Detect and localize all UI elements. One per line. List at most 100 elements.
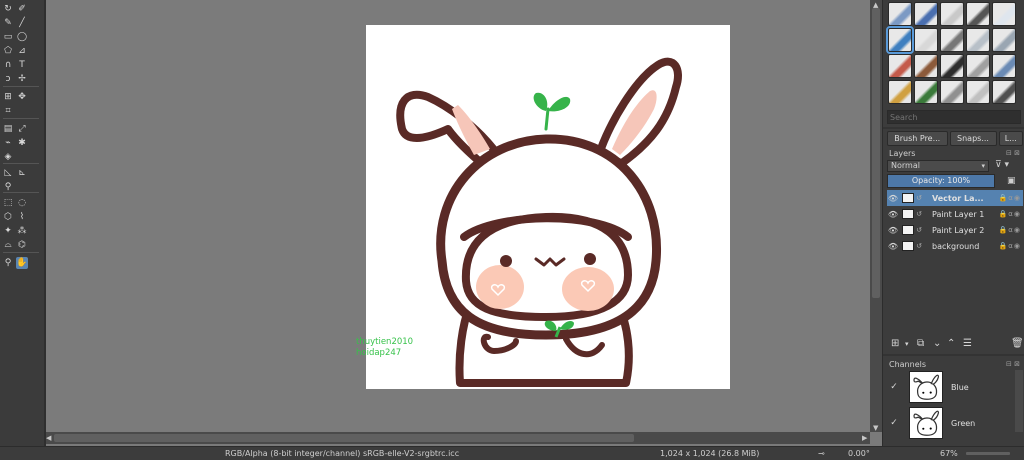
check-icon[interactable]: ✓ xyxy=(887,382,901,392)
freehand-path-icon[interactable]: ↄ xyxy=(2,73,14,85)
vertical-scrollbar[interactable]: ▲ ▼ xyxy=(870,0,882,432)
zoom-value[interactable]: 67% xyxy=(940,449,958,458)
tab-layers-short[interactable]: L... xyxy=(998,131,1023,146)
bezier-tool-icon[interactable]: ∩ xyxy=(2,59,14,71)
brush-preset[interactable] xyxy=(888,80,912,104)
layer-row[interactable]: 👁 ↺ Paint Layer 1 🔒α◉ xyxy=(887,206,1023,222)
rotation-value[interactable]: 0.00° xyxy=(848,449,870,458)
brush-preset[interactable] xyxy=(992,2,1016,26)
scroll-left-icon[interactable]: ◀ xyxy=(46,434,51,442)
layer-row[interactable]: 👁 ↺ Paint Layer 2 🔒α◉ xyxy=(887,222,1023,238)
eye-icon[interactable]: 👁 xyxy=(887,210,899,219)
channel-row[interactable]: ✓ Blue xyxy=(887,370,1015,404)
channel-row[interactable]: ✓ Green xyxy=(887,406,1015,440)
freehand-brush-icon[interactable]: ✎ xyxy=(2,17,14,29)
rectangle-tool-icon[interactable]: ▭ xyxy=(2,31,14,43)
scroll-up-icon[interactable]: ▲ xyxy=(873,1,878,9)
vertical-scroll-thumb[interactable] xyxy=(872,8,880,298)
brush-preset[interactable] xyxy=(940,28,964,52)
brush-preset[interactable] xyxy=(914,2,938,26)
pick-tool-icon[interactable]: ✐ xyxy=(16,3,28,15)
layer-flags-icon[interactable]: 🔒α◉ xyxy=(999,194,1021,202)
rotation-handle-icon[interactable]: ⊸ xyxy=(818,449,825,458)
zoom-slider[interactable] xyxy=(966,452,1010,455)
brush-preset[interactable] xyxy=(888,54,912,78)
pan-tool-icon[interactable]: ✋ xyxy=(16,257,28,269)
layer-flags-icon[interactable]: 🔒α◉ xyxy=(999,226,1021,234)
freehand-select-icon[interactable]: ⌇ xyxy=(16,211,28,223)
tab-brush-presets[interactable]: Brush Pre... xyxy=(887,131,948,146)
ellipse-tool-icon[interactable]: ◯ xyxy=(16,31,28,43)
add-layer-icon[interactable]: ⊞ xyxy=(891,338,899,349)
transform-tool-icon[interactable]: ↻ xyxy=(2,3,14,15)
check-icon[interactable]: ✓ xyxy=(887,418,901,428)
channels-panel-buttons[interactable]: ⊟ ⊠ xyxy=(1006,360,1020,368)
layer-properties-icon[interactable]: ☰ xyxy=(963,338,972,349)
brush-preset[interactable] xyxy=(940,54,964,78)
fill-tool-icon[interactable]: ◈ xyxy=(2,151,14,163)
brush-preset[interactable] xyxy=(914,54,938,78)
brush-preset[interactable] xyxy=(914,80,938,104)
layer-row[interactable]: 👁 ↺ Vector La... 🔒α◉ xyxy=(887,190,1023,206)
brush-preset[interactable] xyxy=(940,80,964,104)
scroll-down-icon[interactable]: ▼ xyxy=(873,424,878,432)
docker-divider-2[interactable] xyxy=(883,354,1024,356)
docker-divider[interactable] xyxy=(883,127,1024,129)
line-tool-icon[interactable]: ╱ xyxy=(16,17,28,29)
rect-select-icon[interactable]: ⬚ xyxy=(2,197,14,209)
brush-preset[interactable] xyxy=(966,54,990,78)
bezier-select-icon[interactable]: ⌓ xyxy=(2,239,14,251)
move-down-icon[interactable]: ⌄ xyxy=(933,338,941,349)
brush-preset[interactable] xyxy=(914,28,938,52)
eye-icon[interactable]: 👁 xyxy=(887,242,899,251)
similar-select-icon[interactable]: ⁂ xyxy=(16,225,28,237)
eye-icon[interactable]: 👁 xyxy=(887,226,899,235)
channels-scrollbar[interactable] xyxy=(1015,370,1023,432)
brush-preset[interactable] xyxy=(966,28,990,52)
filter-icon[interactable]: ⊽ ▾ xyxy=(995,160,1009,170)
reference-tool-icon[interactable]: ⊾ xyxy=(16,167,28,179)
layers-panel-buttons[interactable]: ⊟ ⊠ xyxy=(1006,149,1020,157)
layer-flags-icon[interactable]: 🔒α◉ xyxy=(999,210,1021,218)
document-canvas[interactable] xyxy=(366,25,730,389)
text-tool-icon[interactable]: T xyxy=(16,59,28,71)
ellipse-select-icon[interactable]: ◌ xyxy=(16,197,28,209)
layer-thumbnail-size-icon[interactable]: ▣ xyxy=(1007,176,1016,186)
scroll-right-icon[interactable]: ▶ xyxy=(862,434,867,442)
contiguous-select-icon[interactable]: ✦ xyxy=(2,225,14,237)
canvas-area[interactable]: thuytien2010 hoidap247 xyxy=(46,0,870,432)
horizontal-scroll-thumb[interactable] xyxy=(54,434,634,442)
brush-preset[interactable] xyxy=(888,2,912,26)
magnetic-select-icon[interactable]: ⌬ xyxy=(16,239,28,251)
brush-search-input[interactable] xyxy=(887,110,1021,124)
brush-preset[interactable] xyxy=(992,80,1016,104)
horizontal-scrollbar[interactable]: ◀ ▶ xyxy=(46,432,870,444)
brush-preset[interactable] xyxy=(886,26,914,54)
brush-preset[interactable] xyxy=(966,2,990,26)
brush-preset[interactable] xyxy=(992,54,1016,78)
add-layer-menu-icon[interactable]: ▾ xyxy=(905,340,909,348)
polyline-tool-icon[interactable]: ⊿ xyxy=(16,45,28,57)
brush-preset[interactable] xyxy=(940,2,964,26)
brush-preset[interactable] xyxy=(966,80,990,104)
layer-flags-icon[interactable]: 🔒α◉ xyxy=(999,242,1021,250)
move-up-icon[interactable]: ⌃ xyxy=(947,338,955,349)
polygon-select-icon[interactable]: ⬡ xyxy=(2,211,14,223)
tab-snapshots[interactable]: Snaps... xyxy=(949,131,997,146)
smart-patch-icon[interactable]: ⌁ xyxy=(2,137,14,149)
multibrush-icon[interactable]: ✢ xyxy=(16,73,28,85)
zoom-tool-icon[interactable]: ⚲ xyxy=(2,257,14,269)
polygon-tool-icon[interactable]: ⬠ xyxy=(2,45,14,57)
move-tool-icon[interactable]: ✥ xyxy=(16,91,28,103)
measure-tool-icon[interactable]: ◺ xyxy=(2,167,14,179)
transform-layer-icon[interactable]: ⊞ xyxy=(2,91,14,103)
layer-row[interactable]: 👁 ↺ background 🔒α◉ xyxy=(887,238,1023,254)
assistant-tool-icon[interactable]: ✱ xyxy=(16,137,28,149)
color-picker-icon[interactable]: ⤢ xyxy=(16,123,28,135)
eye-icon[interactable]: 👁 xyxy=(887,194,899,203)
delete-layer-icon[interactable]: 🗑 xyxy=(1011,338,1024,349)
opacity-slider[interactable]: Opacity: 100% xyxy=(887,174,995,188)
brush-preset[interactable] xyxy=(992,28,1016,52)
blend-mode-select[interactable]: Normal ▾ xyxy=(887,160,989,172)
crop-tool-icon[interactable]: ⌗ xyxy=(2,105,14,117)
